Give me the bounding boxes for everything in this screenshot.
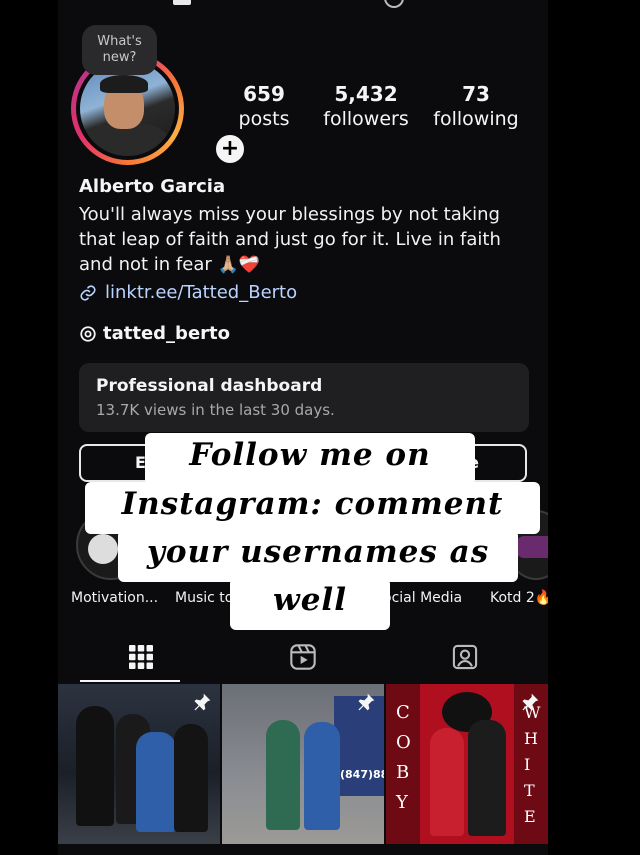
- reels-icon: [290, 644, 316, 670]
- following-count: 73: [462, 82, 490, 106]
- caption-line: your usernames as: [118, 530, 518, 582]
- pin-icon: [522, 693, 539, 711]
- status-bar-mark: [173, 0, 191, 5]
- profile-bio: You'll always miss your blessings by not…: [79, 202, 534, 278]
- followers-count: 5,432: [334, 82, 398, 106]
- tab-grid[interactable]: [80, 634, 202, 680]
- active-tab-indicator: [80, 680, 180, 682]
- caption-line: well: [230, 578, 390, 630]
- professional-dashboard-card[interactable]: Professional dashboard 13.7K views in th…: [79, 363, 529, 432]
- sign-text: (847)882: [340, 768, 384, 781]
- following-label: following: [433, 108, 519, 130]
- grid-icon: [129, 645, 153, 669]
- whats-new-bubble[interactable]: What's new?: [82, 25, 157, 75]
- avatar-photo: [80, 61, 175, 156]
- pin-icon: [194, 693, 211, 711]
- dashboard-title: Professional dashboard: [96, 376, 323, 396]
- profile-name: Alberto Garcia: [79, 176, 226, 197]
- posts-label: posts: [238, 108, 290, 130]
- posts-count: 659: [243, 82, 285, 106]
- posts-stat[interactable]: 659 posts: [218, 82, 310, 130]
- profile-link[interactable]: linktr.ee/Tatted_Berto: [79, 282, 297, 303]
- profile-tabs: [58, 634, 548, 682]
- threads-handle[interactable]: tatted_berto: [79, 323, 230, 344]
- highlight-label: ocial Media: [383, 590, 463, 606]
- status-bar-icon: [384, 0, 404, 8]
- caption-line: Instagram: comment: [85, 482, 540, 534]
- post-thumbnail[interactable]: [58, 684, 220, 844]
- caption-line: Follow me on: [145, 433, 475, 485]
- highlight-label: Music to: [175, 590, 234, 606]
- poster-text-right: WHITE: [524, 703, 541, 826]
- following-stat[interactable]: 73 following: [430, 82, 522, 130]
- post-thumbnail[interactable]: (847)882: [222, 684, 384, 844]
- highlight-label: Kotd 2🔥: [490, 590, 548, 606]
- poster-text-left: COBY: [396, 702, 411, 813]
- post-thumbnail[interactable]: COBY WHITE: [386, 684, 548, 844]
- highlight-label: Motivation...: [71, 590, 159, 606]
- threads-username: tatted_berto: [103, 323, 230, 344]
- bio-emoji: 🙏🏼❤️‍🩹: [217, 255, 260, 275]
- pin-icon: [358, 693, 375, 711]
- tab-tagged[interactable]: [404, 634, 526, 680]
- threads-icon: [80, 325, 96, 342]
- tagged-person-icon: [452, 644, 478, 670]
- followers-label: followers: [323, 108, 409, 130]
- dashboard-subtitle: 13.7K views in the last 30 days.: [96, 401, 335, 419]
- bio-text: You'll always miss your blessings by not…: [79, 204, 501, 275]
- link-text: linktr.ee/Tatted_Berto: [105, 282, 298, 303]
- add-story-plus-icon[interactable]: +: [213, 132, 247, 166]
- tab-reels[interactable]: [242, 634, 364, 680]
- followers-stat[interactable]: 5,432 followers: [311, 82, 421, 130]
- link-icon: [80, 284, 96, 301]
- profile-screen: What's new? + 659 posts 5,432 followers …: [58, 0, 548, 855]
